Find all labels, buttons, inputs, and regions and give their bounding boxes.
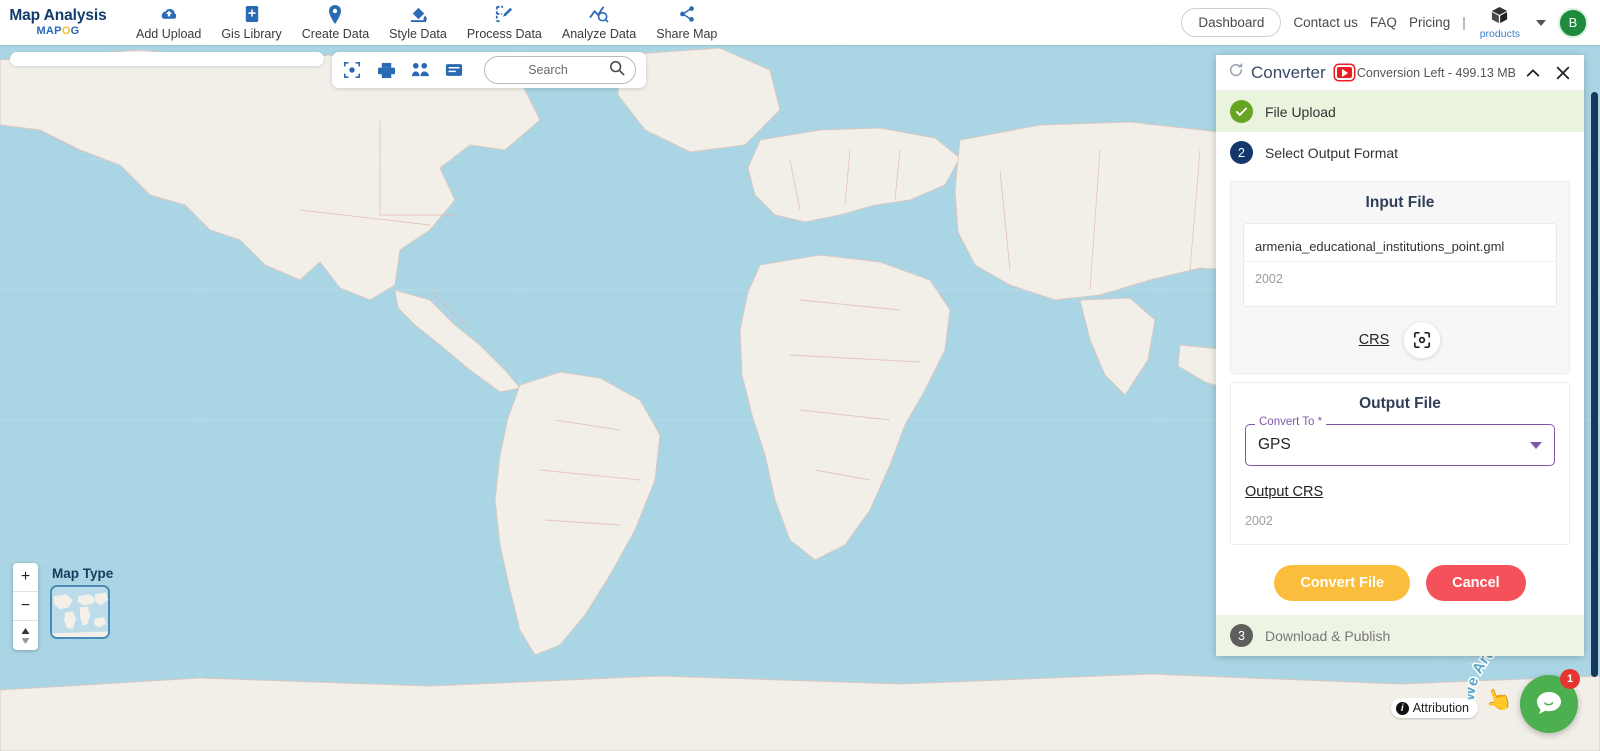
step-badge-number: 2 <box>1230 141 1253 164</box>
converter-panel: Converter Conversion Left - 499.13 MB Fi… <box>1216 55 1584 656</box>
locate-icon[interactable] <box>342 61 362 79</box>
nav-create-data[interactable]: Create Data <box>292 4 379 41</box>
analyze-chart-icon <box>589 5 609 24</box>
input-crs-row: CRS <box>1243 321 1557 359</box>
output-file-title: Output File <box>1359 395 1441 412</box>
nav-label: Process Data <box>466 26 542 41</box>
main-nav: Add Upload Gis Library Create Data Style… <box>126 4 727 41</box>
attribution-button[interactable]: i Attribution <box>1390 698 1478 718</box>
output-file-card: Output File Convert To * GPS Output CRS … <box>1230 382 1570 545</box>
brand-logo[interactable]: Map Analysis MAPOG <box>0 6 110 38</box>
info-icon: i <box>1395 701 1409 715</box>
cube-box-icon <box>1490 6 1509 30</box>
chat-unread-badge: 1 <box>1560 669 1580 689</box>
map-search[interactable] <box>484 56 636 84</box>
share-icon <box>678 5 696 24</box>
nav-process-data[interactable]: Process Data <box>457 5 552 41</box>
nav-label: Share Map <box>656 26 718 41</box>
converter-panel-header: Converter Conversion Left - 499.13 MB <box>1216 55 1584 91</box>
print-icon[interactable] <box>376 62 396 79</box>
brand-subtitle: MAPOG <box>36 24 80 37</box>
nav-label: Create Data <box>301 26 370 41</box>
step-label: Select Output Format <box>1265 144 1399 161</box>
step-file-upload[interactable]: File Upload <box>1216 91 1584 132</box>
converter-actions: Convert File Cancel <box>1230 565 1570 601</box>
paint-bucket-icon <box>409 5 428 24</box>
app-root: Map Analysis MAPOG Add Upload Gis Librar… <box>0 0 1600 751</box>
nav-share-map[interactable]: Share Map <box>646 5 727 41</box>
map-toolbar <box>332 52 646 88</box>
input-file-name[interactable]: armenia_educational_institutions_point.g… <box>1244 232 1556 262</box>
chevron-up-icon[interactable] <box>1520 60 1546 86</box>
refresh-icon[interactable] <box>1228 62 1244 83</box>
search-input[interactable] <box>495 63 601 77</box>
convert-to-select[interactable]: GPS <box>1245 424 1555 466</box>
close-icon[interactable] <box>1550 60 1576 86</box>
nav-label: Analyze Data <box>561 26 637 41</box>
convert-to-select-wrap: Convert To * GPS <box>1245 416 1555 466</box>
brand-title: Map Analysis <box>9 6 107 24</box>
nav-analyze-data[interactable]: Analyze Data <box>552 5 646 41</box>
map-zoom-controls: + − <box>13 563 38 650</box>
step-label: File Upload <box>1265 103 1336 120</box>
step-download-publish[interactable]: 3 Download & Publish <box>1216 615 1584 656</box>
map-layer-bar[interactable] <box>10 52 324 66</box>
compass-reset-button[interactable] <box>13 621 38 650</box>
cloud-upload-icon <box>159 5 179 24</box>
header-actions: Dashboard Contact us FAQ Pricing | produ… <box>1181 6 1600 40</box>
input-file-meta: 2002 <box>1255 272 1283 286</box>
map-pin-icon <box>328 4 342 24</box>
map-type-thumbnail[interactable] <box>50 585 110 639</box>
library-book-icon <box>244 5 260 24</box>
panel-title: Converter <box>1251 62 1326 82</box>
nav-label: Style Data <box>389 26 447 41</box>
nav-label: Gis Library <box>221 26 282 41</box>
nav-gis-library[interactable]: Gis Library <box>211 5 291 41</box>
input-file-title: Input File <box>1365 194 1435 211</box>
input-file-fields: armenia_educational_institutions_point.g… <box>1243 223 1557 307</box>
products-menu[interactable]: products <box>1480 6 1520 40</box>
step-label: Download & Publish <box>1265 627 1391 644</box>
process-edit-icon <box>495 5 513 24</box>
legend-icon[interactable] <box>444 62 464 78</box>
convert-to-label: Convert To * <box>1255 416 1327 428</box>
scan-focus-icon[interactable] <box>1403 321 1442 359</box>
top-header: Map Analysis MAPOG Add Upload Gis Librar… <box>0 0 1600 45</box>
step-badge-number: 3 <box>1230 624 1253 647</box>
search-icon[interactable] <box>609 60 625 81</box>
convert-file-button[interactable]: Convert File <box>1274 565 1411 601</box>
dashboard-button[interactable]: Dashboard <box>1181 8 1282 37</box>
step-select-output-format[interactable]: 2 Select Output Format <box>1216 132 1584 173</box>
products-label: products <box>1479 27 1520 40</box>
convert-to-value: GPS <box>1258 436 1291 453</box>
contact-us-link[interactable]: Contact us <box>1293 15 1358 30</box>
chat-bubble-icon <box>1537 692 1561 714</box>
input-file-card: Input File armenia_educational_instituti… <box>1230 181 1570 374</box>
zoom-out-button[interactable]: − <box>13 592 38 621</box>
chevron-down-icon[interactable] <box>1536 19 1546 26</box>
zoom-in-button[interactable]: + <box>13 563 38 592</box>
map-thumb-svg <box>52 587 108 637</box>
converter-body: Input File armenia_educational_instituti… <box>1216 173 1584 615</box>
nav-label: Add Upload <box>136 26 202 41</box>
step-badge-check <box>1230 100 1253 123</box>
faq-link[interactable]: FAQ <box>1370 15 1397 30</box>
output-crs-value: 2002 <box>1245 514 1273 528</box>
page-scrollbar[interactable] <box>1591 92 1598 677</box>
attribution-label: Attribution <box>1412 701 1469 715</box>
crs-link[interactable]: CRS <box>1359 332 1390 348</box>
pricing-link[interactable]: Pricing <box>1409 15 1450 30</box>
nav-style-data[interactable]: Style Data <box>379 5 457 41</box>
nav-add-upload[interactable]: Add Upload <box>126 5 211 41</box>
header-separator: | <box>1462 15 1466 30</box>
avatar[interactable]: B <box>1558 7 1588 38</box>
measure-icon[interactable] <box>410 62 430 78</box>
map-type-label: Map Type <box>52 566 114 581</box>
youtube-play-icon[interactable] <box>1334 65 1354 80</box>
cancel-button[interactable]: Cancel <box>1426 565 1526 601</box>
map-type-control: Map Type <box>50 566 113 639</box>
conversion-left-label: Conversion Left - 499.13 MB <box>1356 65 1516 80</box>
output-crs-link[interactable]: Output CRS <box>1245 484 1323 500</box>
chevron-down-icon[interactable] <box>1530 441 1542 449</box>
